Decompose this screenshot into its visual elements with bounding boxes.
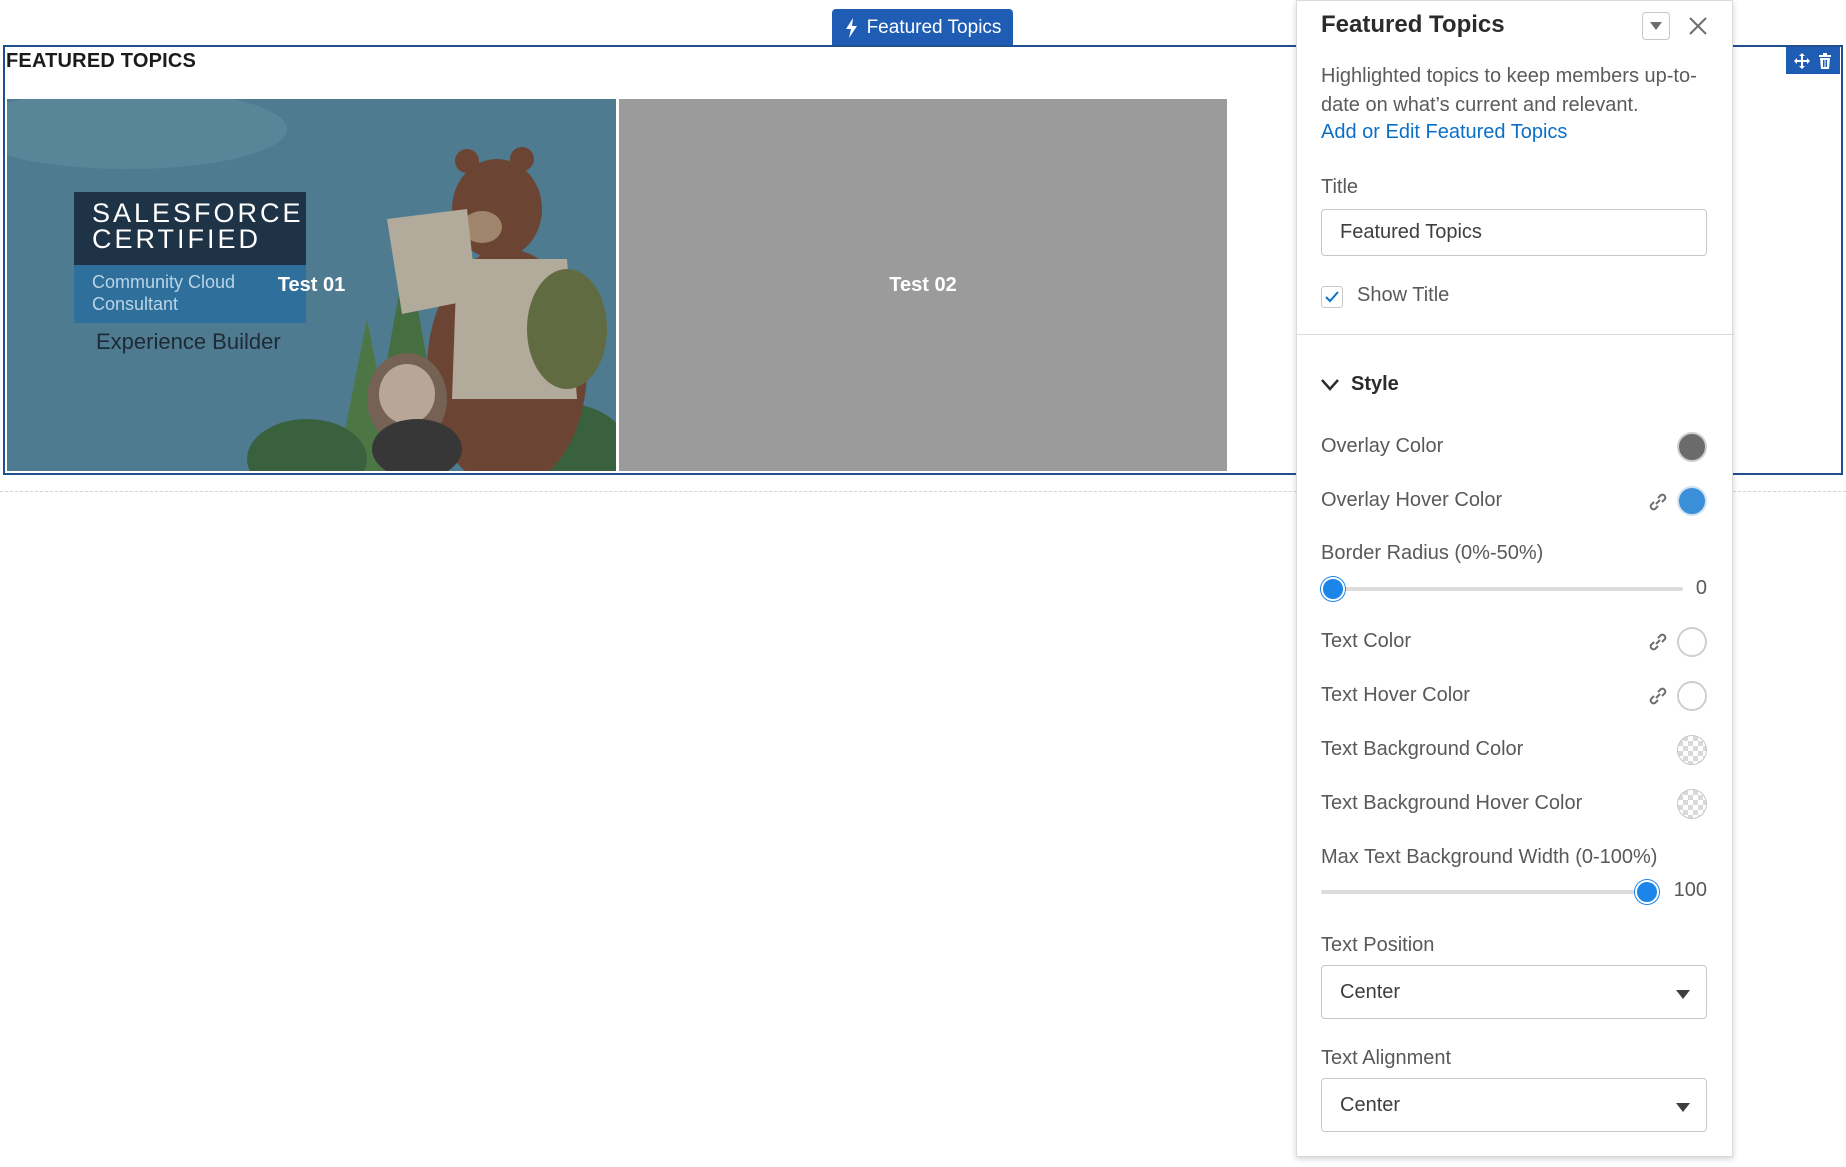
text-hover-color-swatch[interactable] (1677, 681, 1707, 711)
show-title-checkbox[interactable] (1321, 286, 1343, 308)
component-tab[interactable]: Featured Topics (832, 9, 1013, 46)
dropdown-arrow-icon (1676, 1103, 1690, 1112)
text-position-select[interactable]: Center (1321, 965, 1707, 1019)
text-position-label: Text Position (1321, 934, 1435, 956)
border-radius-slider-knob[interactable] (1321, 577, 1345, 601)
topic-tile-label: Test 01 (277, 273, 346, 296)
overlay-hover-color-swatch[interactable] (1677, 486, 1707, 516)
panel-separator (1297, 334, 1734, 335)
close-button[interactable] (1684, 12, 1712, 40)
show-title-label: Show Title (1357, 284, 1450, 306)
text-color-label: Text Color (1321, 630, 1412, 652)
move-icon[interactable] (1793, 52, 1810, 69)
border-radius-slider[interactable] (1321, 587, 1683, 591)
component-tab-label: Featured Topics (866, 16, 1002, 38)
topic-tile-label: Test 02 (889, 273, 957, 296)
link-icon[interactable] (1647, 631, 1669, 653)
max-text-background-width-value: 100 (1673, 879, 1707, 901)
max-text-background-width-label: Max Text Background Width (0-100%) (1321, 846, 1658, 868)
title-label: Title (1321, 176, 1359, 198)
text-background-hover-color-swatch[interactable] (1677, 789, 1707, 819)
border-radius-label: Border Radius (0%-50%) (1321, 542, 1544, 564)
link-icon[interactable] (1647, 685, 1669, 707)
close-icon (1689, 17, 1707, 35)
text-position-value: Center (1340, 980, 1401, 1003)
max-text-background-width-slider[interactable] (1321, 890, 1653, 894)
text-background-hover-color-label: Text Background Hover Color (1321, 792, 1583, 814)
collapse-button[interactable] (1642, 12, 1670, 40)
text-color-swatch[interactable] (1677, 627, 1707, 657)
text-alignment-value: Center (1340, 1093, 1401, 1116)
text-alignment-select[interactable]: Center (1321, 1078, 1707, 1132)
panel-title: Featured Topics (1321, 11, 1505, 38)
text-alignment-label: Text Alignment (1321, 1047, 1452, 1069)
style-section-label: Style (1351, 373, 1399, 395)
border-radius-value: 0 (1695, 577, 1707, 599)
edit-featured-topics-link[interactable]: Add or Edit Featured Topics (1321, 121, 1567, 144)
style-section-toggle[interactable]: Style (1321, 373, 1399, 396)
link-icon[interactable] (1647, 491, 1669, 513)
topic-tile[interactable]: SALESFORCE CERTIFIED Community Cloud Con… (7, 99, 616, 471)
panel-description: Highlighted topics to keep members up-to… (1321, 65, 1697, 116)
text-background-color-label: Text Background Color (1321, 738, 1524, 760)
checkmark-icon (1325, 291, 1339, 303)
text-background-color-swatch[interactable] (1677, 735, 1707, 765)
overlay-color-label: Overlay Color (1321, 435, 1444, 457)
dropdown-arrow-icon (1676, 990, 1690, 999)
featured-topics-heading: FEATURED TOPICS (6, 50, 197, 72)
component-actions (1786, 47, 1840, 74)
chevron-down-icon (1321, 378, 1339, 391)
lightning-bolt-icon (845, 17, 857, 38)
max-text-background-width-slider-knob[interactable] (1635, 880, 1659, 904)
topic-tile[interactable]: Test 02 (619, 99, 1227, 471)
title-input[interactable]: Featured Topics (1321, 209, 1707, 256)
property-panel: Featured Topics Highlighted topics to ke… (1296, 0, 1734, 1157)
text-hover-color-label: Text Hover Color (1321, 684, 1470, 706)
chevron-down-icon (1650, 22, 1662, 30)
overlay-hover-color-label: Overlay Hover Color (1321, 489, 1503, 511)
overlay-color-swatch[interactable] (1677, 432, 1707, 462)
trash-icon[interactable] (1817, 52, 1833, 69)
